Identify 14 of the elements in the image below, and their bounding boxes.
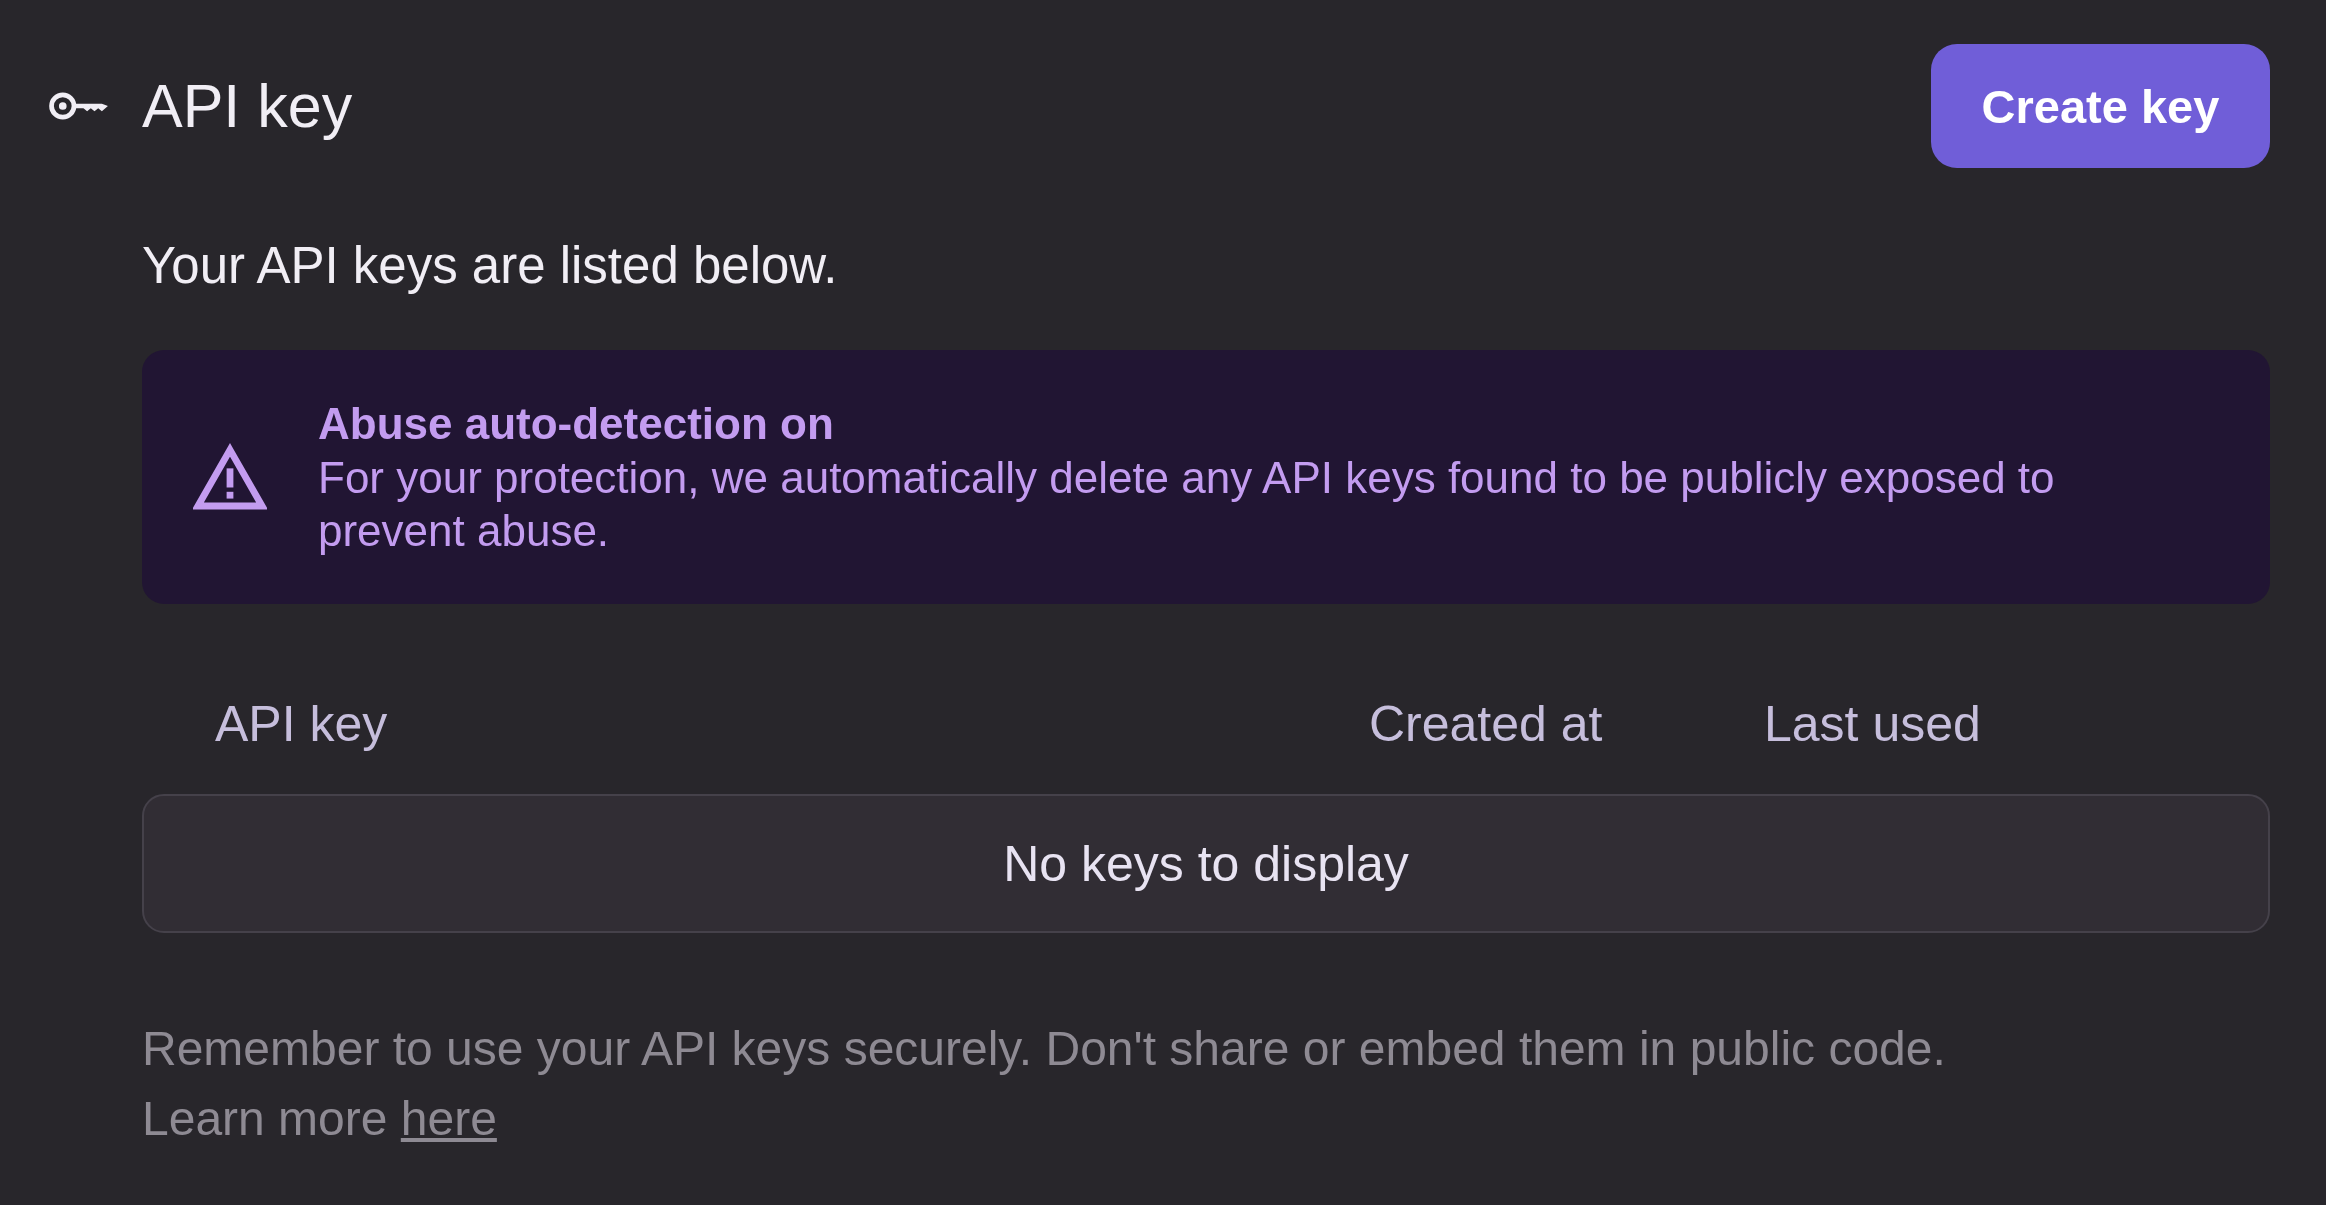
security-note: Remember to use your API keys securely. Don't share or embed them in public code.: [142, 1021, 1947, 1077]
column-header: Created at: [1369, 695, 1604, 754]
alert-message: For your protection, we automatically delete any API keys found to be publicly exposed to prevent abuse.: [318, 452, 2056, 557]
here-link[interactable]: here: [400, 1092, 497, 1145]
learn-more-text: Learn more here: [142, 1091, 498, 1147]
page-title: API key: [142, 71, 353, 142]
column-header: Last used: [1764, 695, 1982, 754]
empty-message: No keys to display: [1003, 834, 1409, 893]
warning-icon: [193, 443, 267, 511]
key-icon: [48, 91, 110, 121]
create-key-button[interactable]: Create key: [1931, 44, 2270, 168]
alert-title: Abuse auto-detection on: [318, 398, 835, 450]
column-header: API key: [214, 695, 389, 754]
description-text: Your API keys are listed below.: [142, 236, 839, 296]
